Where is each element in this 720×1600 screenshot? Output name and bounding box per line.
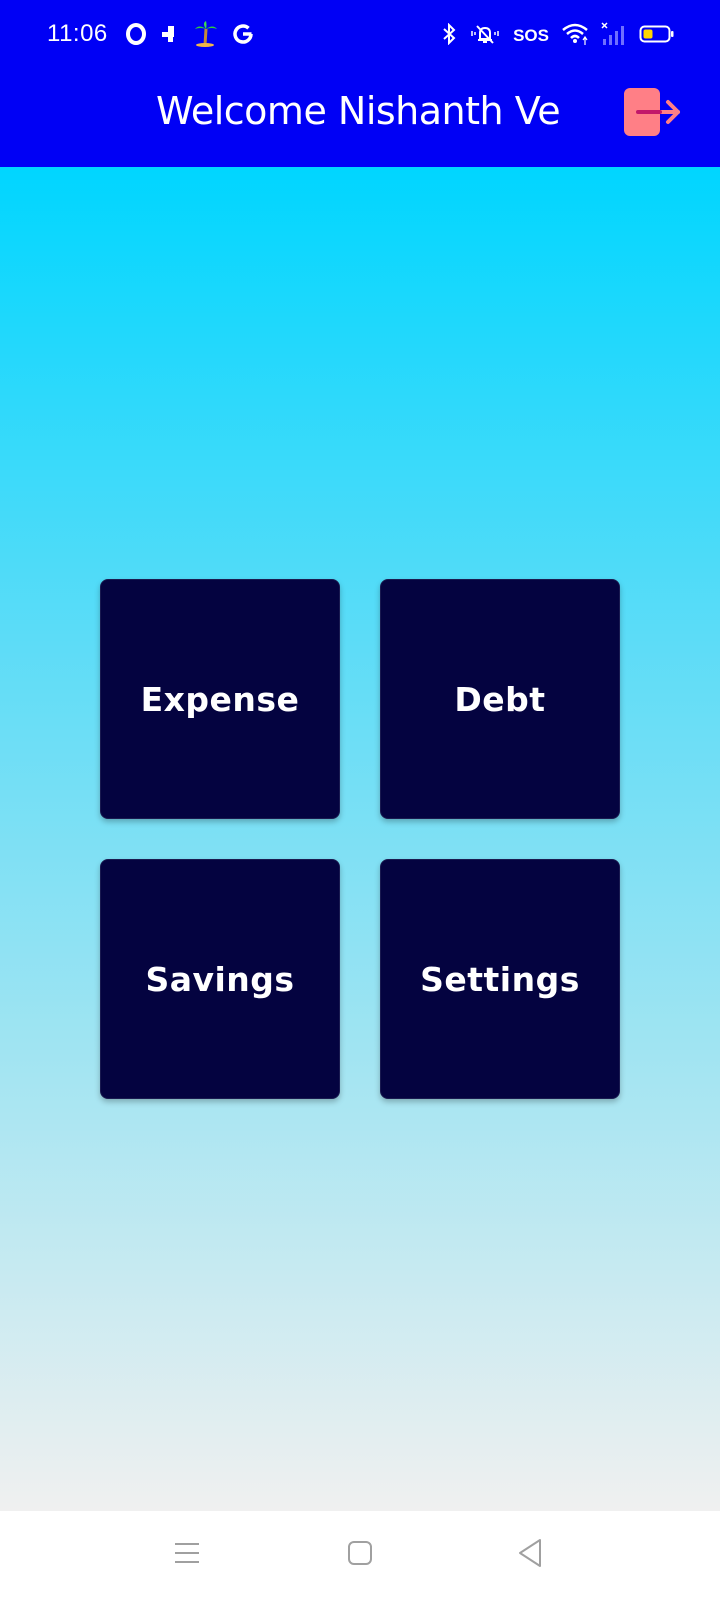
system-nav-bar — [0, 1511, 720, 1600]
sos-label: SOS — [513, 26, 549, 45]
home-button[interactable] — [338, 1533, 382, 1577]
menu-icon — [173, 1541, 201, 1569]
back-button[interactable] — [508, 1533, 552, 1577]
logout-button[interactable] — [622, 86, 684, 138]
welcome-title: Welcome Nishanth Ve — [156, 89, 561, 133]
palm-tree-icon — [194, 21, 218, 51]
silent-icon — [469, 23, 501, 49]
wifi-icon — [561, 22, 589, 50]
top-bar: 11:06 SOS Welcome Nishanth Ve — [0, 0, 720, 167]
settings-tile[interactable]: Settings — [380, 859, 620, 1099]
recents-button[interactable] — [165, 1533, 209, 1577]
opera-icon — [126, 23, 146, 49]
debt-tile[interactable]: Debt — [380, 579, 620, 819]
status-time: 11:06 — [47, 20, 108, 47]
savings-tile[interactable]: Savings — [100, 859, 340, 1099]
logout-icon — [622, 88, 684, 142]
main-content: Expense Debt Savings Settings — [0, 167, 720, 1511]
expense-label: Expense — [140, 679, 300, 719]
home-square-icon — [347, 1540, 373, 1570]
notification-app-icon — [160, 24, 180, 48]
app-bar: Welcome Nishanth Ve — [0, 72, 720, 167]
menu-tile-grid: Expense Debt Savings Settings — [100, 579, 620, 1099]
battery-icon — [639, 23, 675, 49]
savings-label: Savings — [145, 959, 295, 999]
expense-tile[interactable]: Expense — [100, 579, 340, 819]
status-bar: 11:06 SOS — [0, 0, 720, 72]
status-left-icons — [126, 21, 254, 51]
app-screen: 11:06 SOS Welcome Nishanth Ve Expense De… — [0, 0, 720, 1600]
settings-label: Settings — [420, 959, 580, 999]
signal-icon — [601, 22, 627, 50]
status-right-icons: SOS — [441, 22, 675, 50]
google-icon — [232, 23, 254, 49]
debt-label: Debt — [454, 679, 546, 719]
back-triangle-icon — [517, 1538, 543, 1572]
bluetooth-icon — [441, 22, 457, 49]
